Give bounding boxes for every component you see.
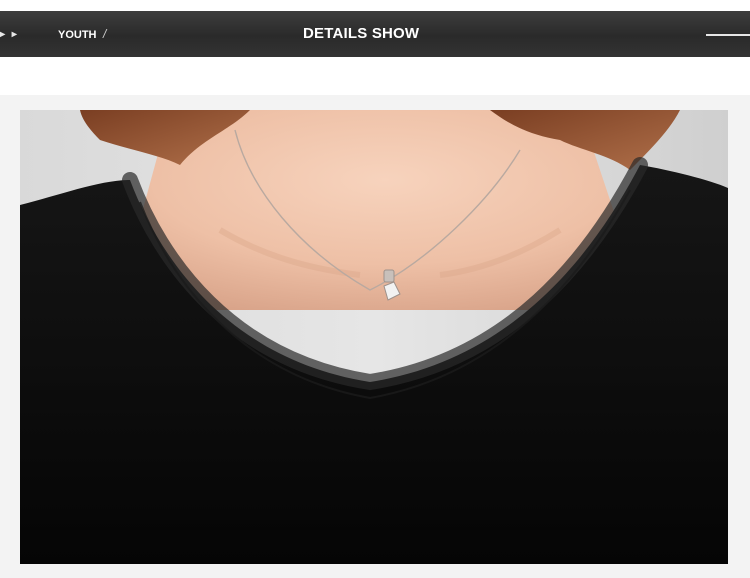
page-title: DETAILS SHOW (303, 25, 420, 42)
header-banner: ▸ ▸ YOUTH / DETAILS SHOW (0, 11, 750, 57)
breadcrumb-separator: / (103, 27, 107, 41)
breadcrumb-youth-link[interactable]: YOUTH (58, 29, 97, 41)
product-photo-frame (0, 95, 750, 578)
product-detail-photo (20, 110, 728, 564)
header-divider-line (706, 34, 750, 36)
breadcrumb-arrows-icon: ▸ ▸ (0, 29, 19, 40)
neckline-illustration (20, 110, 728, 564)
